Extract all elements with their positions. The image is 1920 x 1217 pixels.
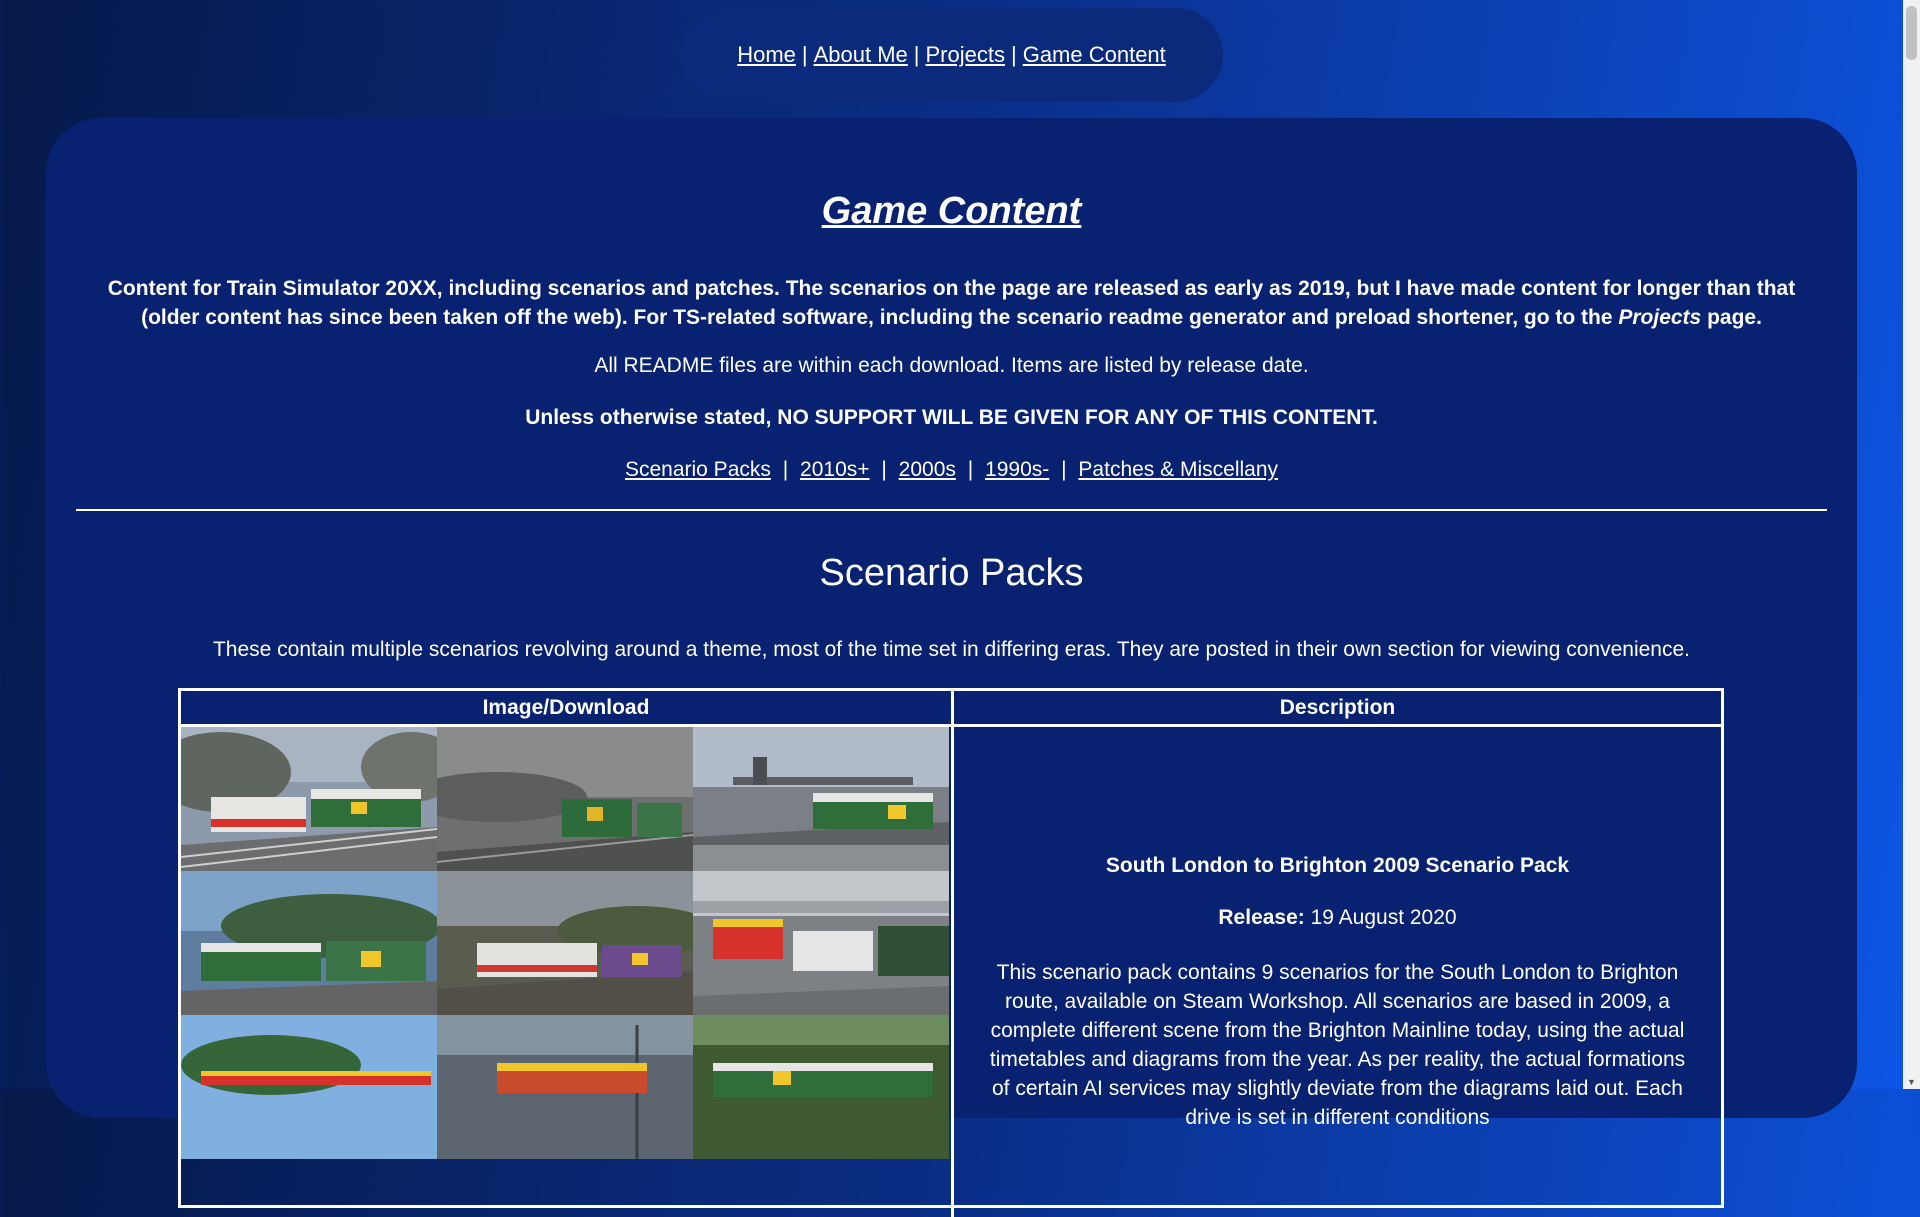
screenshot-thumbnail bbox=[693, 1015, 949, 1159]
scenario-packs-table: Image/Download Description South London … bbox=[178, 688, 1724, 1217]
screenshot-thumbnail bbox=[181, 871, 437, 1015]
release-line: Release: 19 August 2020 bbox=[954, 906, 1721, 930]
screenshot-thumbnail bbox=[693, 871, 949, 1015]
section-link-2010s[interactable]: 2010s+ bbox=[800, 458, 869, 481]
main-panel: Game Content Content for Train Simulator… bbox=[46, 118, 1857, 1217]
section-divider bbox=[76, 509, 1827, 511]
page-scrollbar[interactable]: ▼ bbox=[1903, 0, 1920, 1089]
section-heading: Scenario Packs bbox=[819, 552, 1084, 594]
screenshot-thumbnail bbox=[181, 1015, 437, 1159]
nav-separator: | bbox=[913, 42, 920, 67]
screenshot-thumbnail bbox=[437, 871, 693, 1015]
nav-game-content-link[interactable]: Game Content bbox=[1023, 42, 1166, 68]
column-header-description: Description bbox=[954, 691, 1721, 727]
screenshot-thumbnail bbox=[181, 727, 437, 871]
nav-separator: | bbox=[801, 42, 808, 67]
intro-text: Content for Train Simulator 20XX, includ… bbox=[107, 277, 1796, 329]
section-link-patches[interactable]: Patches & Miscellany bbox=[1078, 458, 1278, 481]
readme-note: All README files are within each downloa… bbox=[594, 354, 1309, 377]
screenshot-thumbnail bbox=[693, 727, 949, 871]
nav-about-link[interactable]: About Me bbox=[814, 42, 908, 68]
scrollbar-thumb[interactable] bbox=[1906, 6, 1917, 60]
section-description: These contain multiple scenarios revolvi… bbox=[212, 638, 1690, 661]
section-nav-separator: | bbox=[881, 458, 887, 481]
scenario-pack-title: South London to Brighton 2009 Scenario P… bbox=[1105, 854, 1570, 877]
scenario-pack-download-image[interactable] bbox=[181, 727, 954, 1217]
section-link-2000s[interactable]: 2000s bbox=[899, 458, 956, 481]
nav-separator: | bbox=[1010, 42, 1017, 67]
section-nav-separator: | bbox=[967, 458, 974, 481]
section-nav-separator: | bbox=[1061, 458, 1067, 481]
nav-projects-link[interactable]: Projects bbox=[926, 42, 1005, 68]
intro-paragraph: Content for Train Simulator 20XX, includ… bbox=[106, 274, 1797, 332]
scroll-down-arrow-icon[interactable]: ▼ bbox=[1906, 1078, 1917, 1087]
section-navigation: Scenario Packs | 2010s+ | 2000s | 1990s-… bbox=[46, 458, 1857, 482]
section-link-scenario-packs[interactable]: Scenario Packs bbox=[625, 458, 771, 481]
intro-text-end: page. bbox=[1701, 306, 1762, 329]
section-nav-separator: | bbox=[782, 458, 789, 481]
page-title: Game Content bbox=[821, 190, 1082, 232]
column-header-image: Image/Download bbox=[181, 691, 954, 727]
section-link-1990s[interactable]: 1990s- bbox=[985, 458, 1049, 481]
release-date: 19 August 2020 bbox=[1304, 906, 1457, 929]
nav-home-link[interactable]: Home bbox=[737, 42, 796, 68]
support-warning: Unless otherwise stated, NO SUPPORT WILL… bbox=[525, 406, 1378, 429]
screenshot-thumbnail bbox=[437, 727, 693, 871]
intro-projects-emphasis: Projects bbox=[1618, 306, 1702, 329]
top-navigation: Home | About Me | Projects | Game Conten… bbox=[680, 8, 1223, 102]
release-label: Release: bbox=[1218, 906, 1305, 929]
screenshot-thumbnail bbox=[437, 1015, 693, 1159]
scenario-pack-description: This scenario pack contains 9 scenarios … bbox=[989, 961, 1686, 1129]
